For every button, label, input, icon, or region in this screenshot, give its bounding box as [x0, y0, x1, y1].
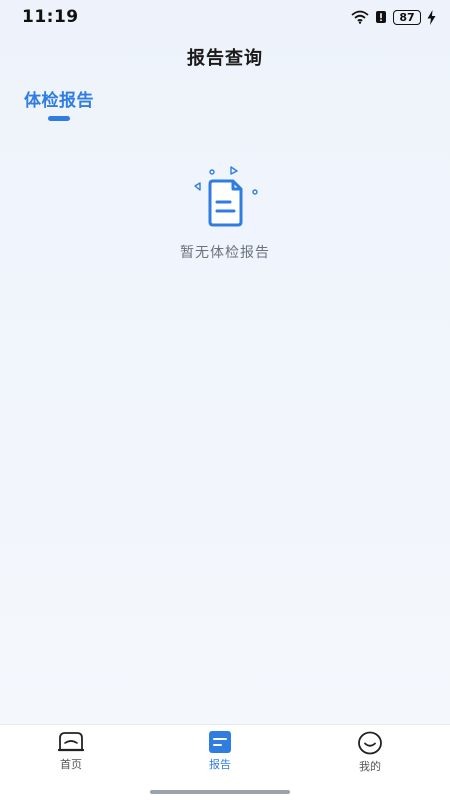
alert-icon [376, 11, 386, 23]
home-indicator [150, 790, 290, 794]
smile-icon [358, 731, 382, 755]
battery-icon: 87 [393, 9, 421, 25]
report-icon [209, 731, 231, 753]
nav-item-home[interactable]: 首页 [41, 731, 101, 772]
home-icon [58, 732, 84, 752]
screen: 11:19 87 报告查询 体检报告 暂无体检报告 首页 报告 我的 [0, 0, 450, 800]
bottom-nav: 首页 报告 我的 [0, 724, 450, 800]
tab-label: 体检报告 [24, 91, 94, 111]
charging-icon [427, 9, 436, 25]
nav-label-mine: 我的 [359, 760, 381, 773]
tab-active-indicator [48, 116, 70, 121]
tab-physical-exam-report[interactable]: 体检报告 [24, 86, 94, 121]
nav-label-home: 首页 [60, 758, 82, 771]
header: 报告查询 [0, 40, 450, 74]
nav-label-report: 报告 [209, 758, 231, 771]
page-title: 报告查询 [187, 48, 263, 69]
status-time: 11:19 [22, 7, 79, 27]
empty-state: 暂无体检报告 [0, 162, 450, 262]
document-icon [194, 166, 258, 227]
status-bar: 11:19 87 [0, 0, 450, 34]
nav-item-mine[interactable]: 我的 [340, 731, 400, 774]
nav-item-report[interactable]: 报告 [190, 731, 250, 772]
empty-state-message: 暂无体检报告 [180, 245, 270, 261]
status-icons: 87 [351, 9, 436, 25]
wifi-icon [351, 10, 369, 24]
